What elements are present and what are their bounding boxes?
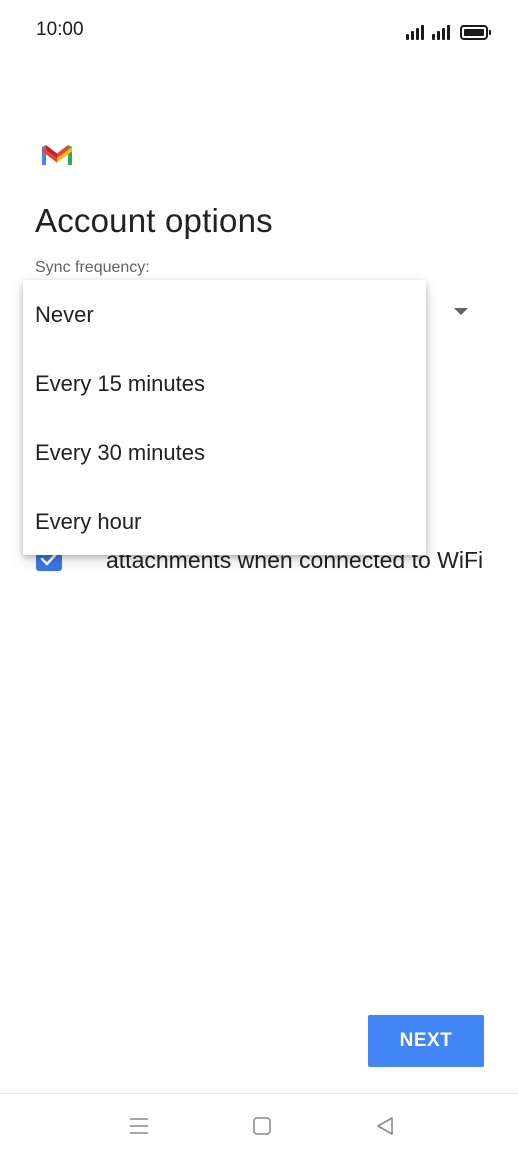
sync-frequency-menu: Never Every 15 minutes Every 30 minutes … bbox=[23, 280, 426, 555]
battery-fill bbox=[464, 29, 484, 36]
menu-option-every-15-minutes[interactable]: Every 15 minutes bbox=[23, 349, 426, 418]
sync-frequency-label: Sync frequency: bbox=[35, 259, 150, 276]
status-bar: 10:00 bbox=[0, 0, 518, 60]
back-icon[interactable] bbox=[373, 1114, 397, 1138]
account-options-screen: 10:00 Account options Sync frequency: at… bbox=[0, 0, 518, 1156]
status-icons bbox=[406, 20, 491, 40]
navigation-bar bbox=[0, 1093, 518, 1156]
next-button[interactable]: NEXT bbox=[368, 1015, 484, 1067]
signal-2-icon bbox=[432, 24, 450, 40]
home-icon[interactable] bbox=[250, 1114, 274, 1138]
menu-icon[interactable] bbox=[127, 1114, 151, 1138]
page-title: Account options bbox=[35, 202, 273, 239]
status-time: 10:00 bbox=[36, 19, 84, 40]
chevron-down-icon[interactable] bbox=[454, 308, 468, 315]
menu-option-every-30-minutes[interactable]: Every 30 minutes bbox=[23, 418, 426, 487]
menu-option-never[interactable]: Never bbox=[23, 280, 426, 349]
menu-option-every-hour[interactable]: Every hour bbox=[23, 487, 426, 556]
gmail-logo-icon bbox=[42, 145, 72, 165]
battery-icon bbox=[460, 25, 491, 40]
signal-1-icon bbox=[406, 24, 424, 40]
